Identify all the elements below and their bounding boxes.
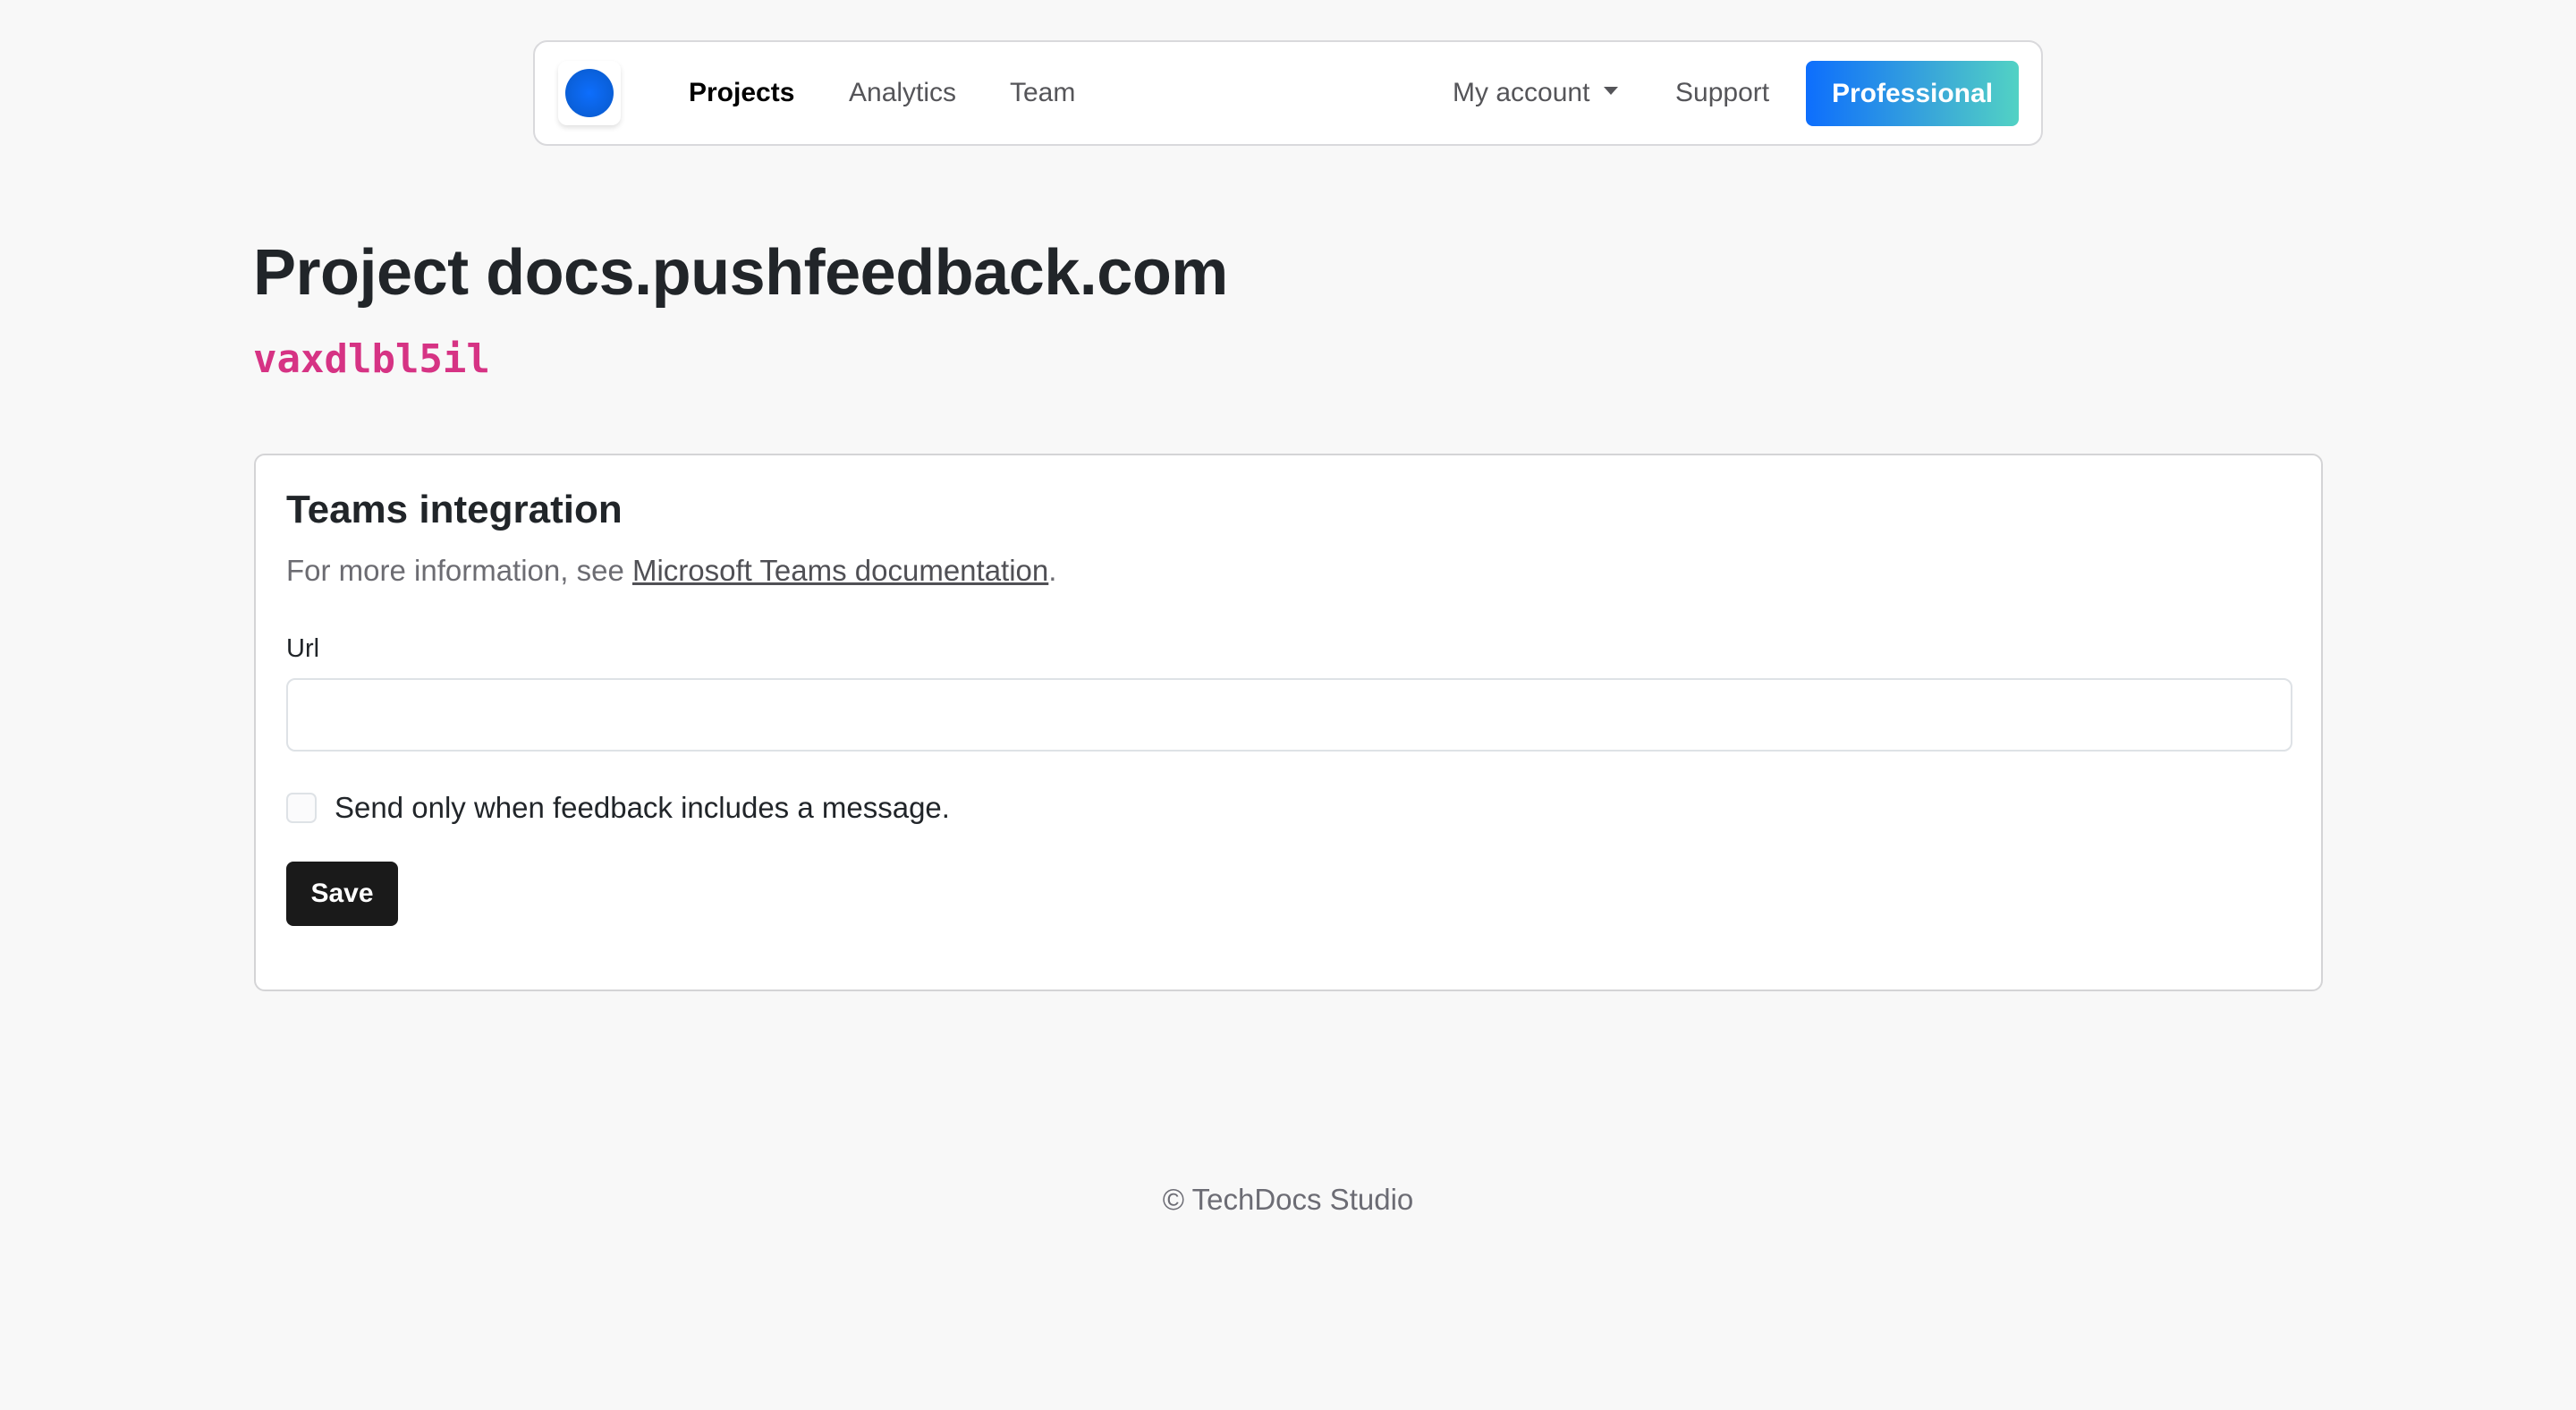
- card-description: For more information, see Microsoft Team…: [286, 554, 1056, 588]
- logo-link[interactable]: [558, 61, 621, 125]
- url-input[interactable]: [286, 678, 2292, 752]
- top-navbar: Projects Analytics Team My account Suppo…: [533, 40, 2043, 146]
- nav-support[interactable]: Support: [1675, 42, 1769, 144]
- nav-team[interactable]: Team: [1010, 42, 1075, 144]
- page-title: Project docs.pushfeedback.com: [253, 237, 1228, 309]
- my-account-dropdown[interactable]: My account: [1453, 42, 1619, 144]
- nav-projects[interactable]: Projects: [689, 42, 794, 144]
- description-prefix: For more information, see: [286, 554, 632, 587]
- message-only-option: Send only when feedback includes a messa…: [286, 791, 950, 825]
- message-only-label[interactable]: Send only when feedback includes a messa…: [335, 791, 950, 825]
- footer-copyright: © TechDocs Studio: [1162, 1183, 1414, 1216]
- caret-down-icon: [1604, 86, 1619, 95]
- teams-integration-card: Teams integration For more information, …: [254, 454, 2323, 991]
- url-label: Url: [286, 634, 320, 663]
- message-only-checkbox[interactable]: [286, 793, 317, 823]
- project-key: vaxdlbl5il: [253, 336, 490, 382]
- page: Projects Analytics Team My account Suppo…: [0, 0, 2576, 1410]
- logo-icon: [565, 69, 614, 117]
- nav-analytics[interactable]: Analytics: [849, 42, 956, 144]
- card-title: Teams integration: [286, 488, 623, 531]
- professional-plan-button[interactable]: Professional: [1806, 61, 2019, 126]
- description-suffix: .: [1048, 554, 1057, 587]
- my-account-label: My account: [1453, 78, 1590, 107]
- teams-documentation-link[interactable]: Microsoft Teams documentation: [632, 554, 1048, 587]
- save-button[interactable]: Save: [286, 862, 398, 926]
- footer: © TechDocs Studio: [0, 1183, 2576, 1217]
